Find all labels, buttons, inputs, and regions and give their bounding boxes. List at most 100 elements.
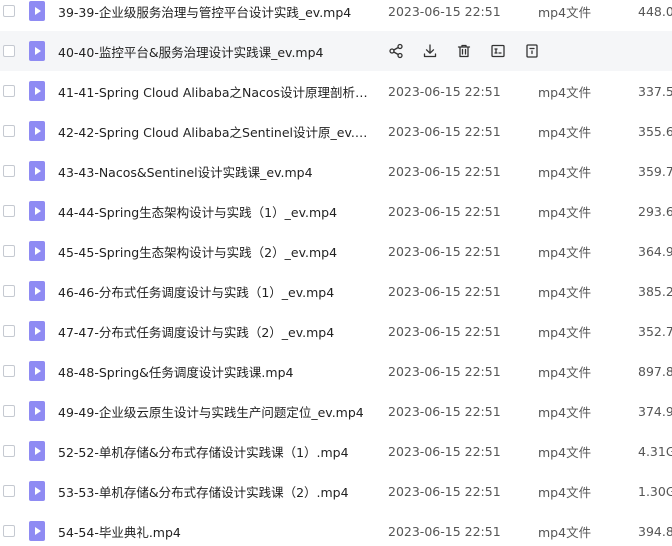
row-checkbox[interactable] bbox=[3, 485, 15, 497]
file-date: 2023-06-15 22:51 bbox=[388, 523, 501, 539]
file-type: mp4文件 bbox=[538, 84, 592, 100]
file-name[interactable]: 49-49-企业级云原生设计与实践生产问题定位_ev.mp4 bbox=[58, 402, 373, 421]
file-date: 2023-06-15 22:51 bbox=[388, 243, 501, 259]
file-date: 2023-06-15 22:51 bbox=[388, 203, 501, 219]
file-size: 4.31G bbox=[638, 443, 672, 459]
file-size: 394.87 bbox=[638, 523, 672, 539]
file-type: mp4文件 bbox=[538, 4, 592, 20]
more-icon[interactable] bbox=[523, 42, 541, 60]
row-checkbox[interactable] bbox=[3, 445, 15, 457]
file-name[interactable]: 47-47-分布式任务调度设计与实践（2）_ev.mp4 bbox=[58, 322, 373, 341]
file-date: 2023-06-15 22:51 bbox=[388, 163, 501, 179]
file-type: mp4文件 bbox=[538, 404, 592, 420]
file-name[interactable]: 42-42-Spring Cloud Alibaba之Sentinel设计原_e… bbox=[58, 122, 373, 141]
row-checkbox[interactable] bbox=[3, 285, 15, 297]
file-type: mp4文件 bbox=[538, 524, 592, 540]
file-name[interactable]: 44-44-Spring生态架构设计与实践（1）_ev.mp4 bbox=[58, 202, 373, 221]
file-size: 1.30G bbox=[638, 483, 672, 499]
row-actions bbox=[387, 42, 557, 60]
video-file-icon bbox=[29, 361, 45, 381]
row-checkbox[interactable] bbox=[3, 205, 15, 217]
video-file-icon bbox=[29, 161, 45, 181]
file-date: 2023-06-15 22:51 bbox=[388, 363, 501, 379]
video-file-icon bbox=[29, 41, 45, 61]
file-type: mp4文件 bbox=[538, 124, 592, 140]
file-type: mp4文件 bbox=[538, 484, 592, 500]
file-size: 385.24 bbox=[638, 283, 672, 299]
file-date: 2023-06-15 22:51 bbox=[388, 3, 501, 19]
row-checkbox[interactable] bbox=[3, 365, 15, 377]
row-checkbox[interactable] bbox=[3, 85, 15, 97]
file-size: 359.74 bbox=[638, 163, 672, 179]
row-checkbox[interactable] bbox=[3, 125, 15, 137]
file-size: 293.64 bbox=[638, 203, 672, 219]
file-size: 448.00 bbox=[638, 3, 672, 19]
file-name[interactable]: 39-39-企业级服务治理与管控平台设计实践_ev.mp4 bbox=[58, 2, 373, 21]
file-size: 364.90 bbox=[638, 243, 672, 259]
file-row[interactable]: 48-48-Spring&任务调度设计实践课.mp4 2023-06-15 22:… bbox=[0, 351, 672, 391]
file-row[interactable]: 52-52-单机存储&分布式存储设计实践课（1）.mp4 2023-06-15 2… bbox=[0, 431, 672, 471]
video-file-icon bbox=[29, 1, 45, 21]
file-name[interactable]: 41-41-Spring Cloud Alibaba之Nacos设计原理剖析_e… bbox=[58, 82, 373, 101]
file-row[interactable]: 41-41-Spring Cloud Alibaba之Nacos设计原理剖析_e… bbox=[0, 71, 672, 111]
file-date: 2023-06-15 22:51 bbox=[388, 323, 501, 339]
video-file-icon bbox=[29, 321, 45, 341]
file-type: mp4文件 bbox=[538, 164, 592, 180]
video-file-icon bbox=[29, 441, 45, 461]
video-file-icon bbox=[29, 481, 45, 501]
file-row[interactable]: 44-44-Spring生态架构设计与实践（1）_ev.mp4 2023-06-1… bbox=[0, 191, 672, 231]
file-type: mp4文件 bbox=[538, 204, 592, 220]
file-row[interactable]: 45-45-Spring生态架构设计与实践（2）_ev.mp4 2023-06-1… bbox=[0, 231, 672, 271]
file-name[interactable]: 45-45-Spring生态架构设计与实践（2）_ev.mp4 bbox=[58, 242, 373, 261]
file-date: 2023-06-15 22:51 bbox=[388, 443, 501, 459]
file-row[interactable]: 47-47-分布式任务调度设计与实践（2）_ev.mp4 2023-06-15 2… bbox=[0, 311, 672, 351]
file-name[interactable]: 54-54-毕业典礼.mp4 bbox=[58, 522, 373, 541]
row-checkbox[interactable] bbox=[3, 165, 15, 177]
download-icon[interactable] bbox=[421, 42, 439, 60]
file-row[interactable]: 49-49-企业级云原生设计与实践生产问题定位_ev.mp4 2023-06-15… bbox=[0, 391, 672, 431]
row-checkbox[interactable] bbox=[3, 525, 15, 537]
row-checkbox[interactable] bbox=[3, 5, 15, 17]
delete-icon[interactable] bbox=[455, 42, 473, 60]
row-checkbox[interactable] bbox=[3, 325, 15, 337]
file-row[interactable]: 40-40-监控平台&服务治理设计实践课_ev.mp4 bbox=[0, 31, 672, 71]
video-file-icon bbox=[29, 121, 45, 141]
row-checkbox[interactable] bbox=[3, 245, 15, 257]
file-size: 897.83 bbox=[638, 363, 672, 379]
file-list: 39-39-企业级服务治理与管控平台设计实践_ev.mp4 2023-06-15 … bbox=[0, 0, 672, 546]
file-date: 2023-06-15 22:51 bbox=[388, 123, 501, 139]
file-name[interactable]: 46-46-分布式任务调度设计与实践（1）_ev.mp4 bbox=[58, 282, 373, 301]
video-file-icon bbox=[29, 401, 45, 421]
file-row[interactable]: 53-53-单机存储&分布式存储设计实践课（2）.mp4 2023-06-15 2… bbox=[0, 471, 672, 511]
video-file-icon bbox=[29, 201, 45, 221]
file-name[interactable]: 52-52-单机存储&分布式存储设计实践课（1）.mp4 bbox=[58, 442, 373, 461]
file-date: 2023-06-15 22:51 bbox=[388, 483, 501, 499]
file-date: 2023-06-15 22:51 bbox=[388, 403, 501, 419]
file-name[interactable]: 48-48-Spring&任务调度设计实践课.mp4 bbox=[58, 362, 373, 381]
file-size: 352.70 bbox=[638, 323, 672, 339]
rename-icon[interactable] bbox=[489, 42, 507, 60]
file-type: mp4文件 bbox=[538, 284, 592, 300]
file-row[interactable]: 42-42-Spring Cloud Alibaba之Sentinel设计原_e… bbox=[0, 111, 672, 151]
file-type: mp4文件 bbox=[538, 324, 592, 340]
file-type: mp4文件 bbox=[538, 444, 592, 460]
share-icon[interactable] bbox=[387, 42, 405, 60]
file-name[interactable]: 40-40-监控平台&服务治理设计实践课_ev.mp4 bbox=[58, 42, 373, 61]
file-size: 374.96 bbox=[638, 403, 672, 419]
row-checkbox[interactable] bbox=[3, 405, 15, 417]
file-row[interactable]: 43-43-Nacos&Sentinel设计实践课_ev.mp4 2023-06-… bbox=[0, 151, 672, 191]
file-size: 355.60 bbox=[638, 123, 672, 139]
file-type: mp4文件 bbox=[538, 364, 592, 380]
file-name[interactable]: 53-53-单机存储&分布式存储设计实践课（2）.mp4 bbox=[58, 482, 373, 501]
file-size: 337.55 bbox=[638, 83, 672, 99]
video-file-icon bbox=[29, 521, 45, 541]
video-file-icon bbox=[29, 241, 45, 261]
file-row[interactable]: 46-46-分布式任务调度设计与实践（1）_ev.mp4 2023-06-15 2… bbox=[0, 271, 672, 311]
file-row[interactable]: 54-54-毕业典礼.mp4 2023-06-15 22:51 mp4文件 394.8… bbox=[0, 511, 672, 546]
file-row[interactable]: 39-39-企业级服务治理与管控平台设计实践_ev.mp4 2023-06-15 … bbox=[0, 0, 672, 31]
file-name[interactable]: 43-43-Nacos&Sentinel设计实践课_ev.mp4 bbox=[58, 162, 373, 181]
file-date: 2023-06-15 22:51 bbox=[388, 283, 501, 299]
row-checkbox[interactable] bbox=[3, 45, 15, 57]
file-date: 2023-06-15 22:51 bbox=[388, 83, 501, 99]
video-file-icon bbox=[29, 81, 45, 101]
